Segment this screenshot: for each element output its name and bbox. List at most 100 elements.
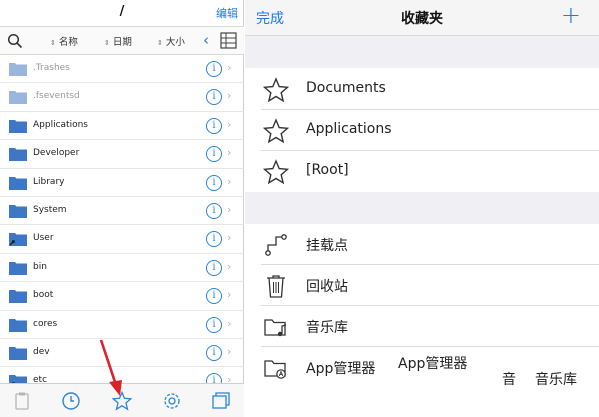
current-path-title: / (119, 4, 125, 19)
place-item-trash[interactable]: 回收站 (245, 265, 599, 306)
file-name: .Trashes (33, 63, 70, 73)
info-icon[interactable]: i (206, 344, 222, 361)
info-icon[interactable]: i (206, 288, 222, 305)
favorite-label: Applications (306, 121, 392, 137)
edit-button[interactable]: 编辑 (216, 5, 238, 21)
file-name: .fseventsd (33, 91, 80, 102)
file-name: cores (33, 318, 58, 329)
clock-icon[interactable] (61, 391, 81, 411)
info-icon[interactable]: i (206, 231, 222, 248)
file-name: Library (33, 176, 65, 187)
chevron-right-icon: › (227, 259, 232, 273)
place-label: App管理器 (306, 361, 376, 377)
folder-icon (9, 261, 27, 275)
star-icon[interactable] (112, 391, 132, 411)
file-list: .Trashes i › .fseventsd i › Applications i › Deve… (0, 55, 244, 396)
file-row[interactable]: boot i › (0, 282, 244, 311)
info-icon[interactable]: i (206, 202, 222, 219)
section-spacer (245, 36, 599, 68)
file-row[interactable]: dev i › (0, 339, 244, 368)
file-row[interactable]: cores i › (0, 311, 244, 339)
file-browser-header: / 编辑 (0, 0, 244, 27)
file-name: bin (33, 261, 47, 272)
folder-icon (9, 119, 27, 133)
place-item-music-library[interactable]: 音乐库 (245, 306, 599, 347)
place-label: 挂载点 (306, 238, 348, 254)
overlay-text-app-manager: App管理器 (398, 356, 468, 372)
place-label: 回收站 (306, 279, 348, 295)
favorite-label: [Root] (306, 162, 349, 178)
sort-bar: ⇕ 名称 ⇕ 日期 ⇕ 大小 ‹ (0, 27, 244, 55)
chevron-right-icon: › (227, 146, 232, 160)
chevron-right-icon: › (227, 89, 232, 103)
folder-icon (9, 91, 27, 105)
file-row[interactable]: User i › (0, 225, 244, 254)
place-label: 音乐库 (306, 320, 348, 336)
favorite-label: Documents (306, 80, 386, 96)
file-row[interactable]: Developer i › (0, 140, 244, 169)
file-row[interactable]: Applications i › (0, 112, 244, 141)
overlay-text-music: 音 (502, 372, 516, 388)
page-title: 收藏夹 (401, 11, 443, 27)
file-row[interactable]: .Trashes i › (0, 55, 244, 84)
favorite-item-documents[interactable]: Documents (245, 69, 599, 110)
place-item-mount-point[interactable]: 挂载点 (245, 224, 599, 265)
sort-by-size-button[interactable]: ⇕ 大小 (157, 34, 185, 48)
sort-by-name-button[interactable]: ⇕ 名称 (50, 34, 78, 48)
file-row[interactable]: bin i › (0, 254, 244, 283)
folder-icon (9, 63, 27, 76)
file-name: Developer (33, 148, 80, 159)
favorite-item-applications[interactable]: Applications (245, 110, 599, 151)
sort-arrows-icon: ⇕ (157, 39, 163, 47)
file-row[interactable]: System i › (0, 197, 244, 226)
chevron-right-icon: › (227, 61, 232, 74)
section-spacer (245, 192, 599, 224)
favorites-header: 完成 收藏夹 + (245, 0, 599, 36)
folder-icon (9, 346, 27, 360)
file-row[interactable]: .fseventsd i › (0, 83, 244, 112)
info-icon[interactable]: i (206, 316, 222, 333)
folder-icon (9, 148, 27, 162)
folder-icon (9, 290, 27, 304)
overlay-text-music-library: 音乐库 (535, 372, 577, 388)
gear-icon[interactable] (162, 391, 182, 411)
info-icon[interactable]: i (206, 117, 222, 134)
chevron-right-icon: › (227, 202, 232, 216)
chevron-right-icon: › (227, 117, 232, 131)
chevron-right-icon: › (227, 231, 232, 245)
info-icon[interactable]: i (206, 174, 222, 191)
list-view-icon[interactable] (220, 32, 237, 49)
sort-arrows-icon: ⇕ (104, 39, 110, 47)
file-name: dev (33, 346, 50, 357)
add-favorite-button[interactable]: + (561, 1, 581, 29)
info-icon[interactable]: i (206, 146, 222, 163)
tab-bar (0, 383, 244, 417)
folder-icon (9, 318, 27, 332)
file-name: User (33, 233, 54, 244)
mount-point-icon (265, 234, 287, 256)
sort-by-date-button[interactable]: ⇕ 日期 (104, 34, 132, 48)
clipboard-icon[interactable] (12, 391, 32, 411)
app-folder-icon (264, 360, 286, 379)
favorites-panel: 完成 收藏夹 + Documents Applications [Root] 挂… (245, 0, 599, 417)
file-row[interactable]: Library i › (0, 169, 244, 197)
folder-icon (9, 204, 27, 218)
windows-icon[interactable] (211, 391, 231, 411)
star-icon (263, 159, 289, 185)
info-icon[interactable]: i (206, 259, 222, 276)
file-browser-panel: / 编辑 ⇕ 名称 ⇕ 日期 ⇕ 大小 ‹ .Trashes i › .fseventsd i… (0, 0, 244, 417)
file-name: System (33, 204, 67, 215)
info-icon[interactable]: i (206, 61, 222, 77)
music-folder-icon (264, 319, 287, 337)
search-icon[interactable] (7, 33, 23, 49)
sort-arrows-icon: ⇕ (50, 39, 56, 47)
chevron-right-icon: › (227, 288, 232, 302)
chevron-right-icon: › (227, 344, 232, 358)
favorite-item-root[interactable]: [Root] (245, 151, 599, 192)
file-name: boot (33, 290, 54, 301)
star-icon (263, 77, 289, 103)
info-icon[interactable]: i (206, 89, 222, 106)
folder-icon (9, 233, 27, 247)
chevron-left-icon[interactable]: ‹ (203, 31, 209, 49)
chevron-right-icon: › (227, 174, 232, 188)
